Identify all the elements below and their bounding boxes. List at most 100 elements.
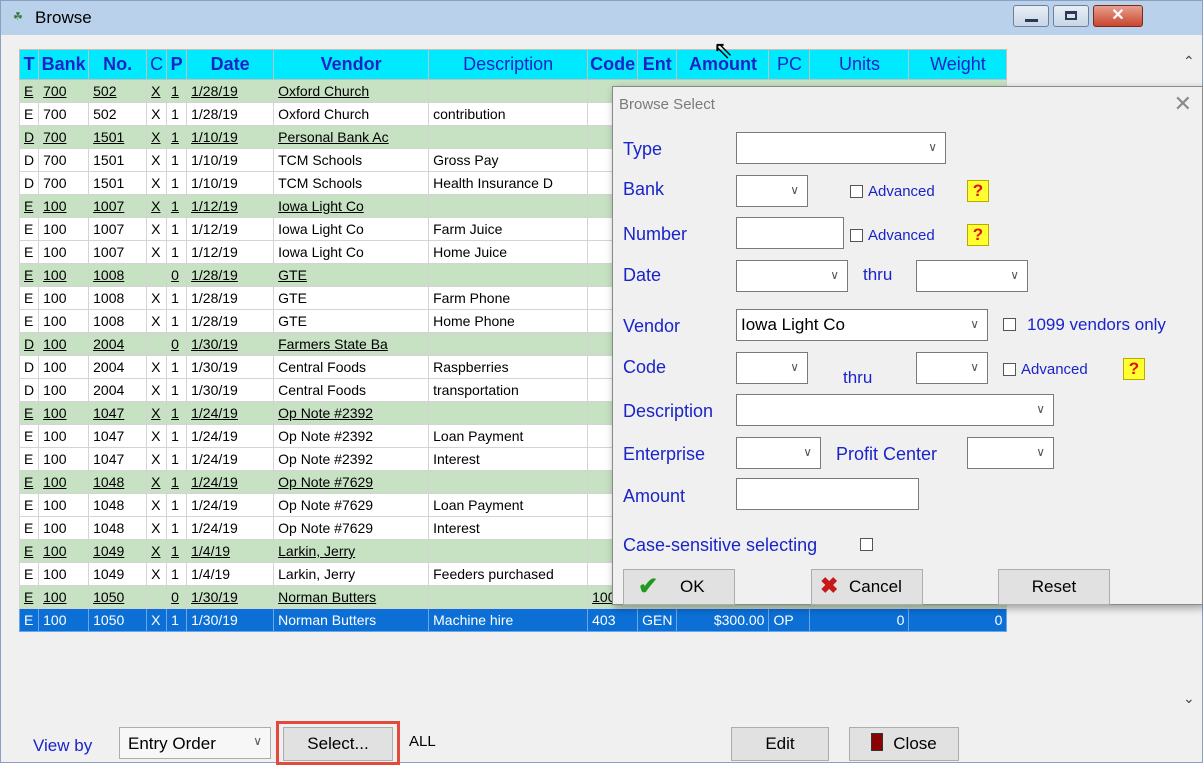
profit-center-select[interactable]: ∨ — [967, 437, 1054, 469]
maximize-button[interactable] — [1053, 5, 1089, 27]
cell-units: 0 — [809, 608, 910, 632]
cell-description: Raspberries — [428, 355, 589, 379]
cell-date: 1/24/19 — [186, 447, 275, 471]
view-by-select[interactable]: Entry Order ∨ — [119, 727, 271, 759]
reset-button[interactable]: Reset — [998, 569, 1110, 605]
description-select[interactable]: ∨ — [736, 394, 1054, 426]
cell-description: Feeders purchased — [428, 562, 589, 586]
ok-button[interactable]: ✔ OK — [623, 569, 735, 605]
cell-cleared: X — [146, 102, 168, 126]
date-to-select[interactable]: ∨ — [916, 260, 1028, 292]
col-header-no[interactable]: No. — [88, 49, 148, 80]
col-header-description[interactable]: Description — [428, 49, 589, 80]
col-header-c[interactable]: C — [146, 49, 168, 80]
close-window-button[interactable]: ✕ — [1093, 5, 1143, 27]
col-header-p[interactable]: P — [166, 49, 188, 80]
vendor-value: Iowa Light Co — [741, 315, 845, 334]
view-by-value: Entry Order — [128, 734, 216, 753]
col-header-pc[interactable]: PC — [768, 49, 811, 80]
cell-cleared: X — [146, 493, 168, 517]
cell-cleared: X — [146, 378, 168, 402]
chevron-down-icon: ∨ — [790, 360, 799, 374]
enterprise-select[interactable]: ∨ — [736, 437, 821, 469]
col-header-t[interactable]: T — [18, 49, 40, 80]
cell-description: Farm Juice — [428, 217, 589, 241]
cell-posted: 1 — [166, 286, 188, 310]
chevron-down-icon: ∨ — [970, 360, 979, 374]
cell-date: 1/12/19 — [186, 240, 275, 264]
type-select[interactable]: ∨ — [736, 132, 946, 164]
cell-number: 1050 — [88, 608, 148, 632]
cell-number: 1049 — [88, 562, 148, 586]
cell-vendor: GTE — [273, 309, 430, 333]
cell-type: E — [18, 447, 40, 471]
col-header-bank[interactable]: Bank — [38, 49, 90, 80]
chevron-down-icon: ∨ — [830, 268, 839, 282]
col-header-code[interactable]: Code — [587, 49, 639, 80]
cell-cleared: X — [146, 148, 168, 172]
cell-bank: 700 — [38, 125, 90, 149]
number-advanced-checkbox[interactable] — [850, 229, 863, 242]
col-header-date[interactable]: Date — [186, 49, 275, 80]
cell-bank: 100 — [38, 470, 90, 494]
dialog-close-icon[interactable]: ✕ — [1174, 91, 1192, 117]
amount-input[interactable] — [736, 478, 919, 510]
cell-posted: 1 — [166, 447, 188, 471]
cell-bank: 100 — [38, 401, 90, 425]
col-header-ent[interactable]: Ent — [637, 49, 678, 80]
cell-bank: 100 — [38, 309, 90, 333]
cell-date: 1/30/19 — [186, 378, 275, 402]
cell-description — [428, 332, 589, 356]
edit-button[interactable]: Edit — [731, 727, 829, 761]
number-help-icon[interactable]: ? — [967, 224, 989, 246]
close-button[interactable]: Close — [849, 727, 959, 761]
cell-posted: 1 — [166, 171, 188, 195]
cell-vendor: Larkin, Jerry — [273, 562, 430, 586]
chevron-down-icon: ∨ — [1036, 402, 1045, 416]
cell-bank: 100 — [38, 516, 90, 540]
col-header-weight[interactable]: Weight — [908, 49, 1008, 80]
code-advanced-checkbox[interactable] — [1003, 363, 1016, 376]
cancel-button[interactable]: ✖ Cancel — [811, 569, 923, 605]
bank-help-icon[interactable]: ? — [967, 180, 989, 202]
ok-label: OK — [680, 577, 705, 596]
cell-description: Gross Pay — [428, 148, 589, 172]
cell-cleared: X — [146, 79, 168, 103]
table-row[interactable]: E 100 1050 X 1 1/30/19 Norman Butters Machine h… — [18, 608, 1008, 632]
cell-date: 1/28/19 — [186, 309, 275, 333]
cell-description: Loan Payment — [428, 424, 589, 448]
vendor-select[interactable]: Iowa Light Co ∨ — [736, 309, 988, 341]
case-sensitive-checkbox[interactable] — [860, 538, 873, 551]
bank-select[interactable]: ∨ — [736, 175, 808, 207]
code-to-select[interactable]: ∨ — [916, 352, 988, 384]
cell-vendor: Central Foods — [273, 378, 430, 402]
cell-bank: 100 — [38, 447, 90, 471]
cell-description: Farm Phone — [428, 286, 589, 310]
cell-vendor: Central Foods — [273, 355, 430, 379]
code-help-icon[interactable]: ? — [1123, 358, 1145, 380]
date-from-select[interactable]: ∨ — [736, 260, 848, 292]
cell-number: 1501 — [88, 171, 148, 195]
bank-advanced-checkbox[interactable] — [850, 185, 863, 198]
minimize-button[interactable] — [1013, 5, 1049, 27]
code-from-select[interactable]: ∨ — [736, 352, 808, 384]
filter-status-label: ALL — [409, 733, 436, 750]
select-highlight-box — [276, 721, 400, 765]
cell-number: 1008 — [88, 286, 148, 310]
cell-date: 1/24/19 — [186, 401, 275, 425]
cell-vendor: Op Note #2392 — [273, 401, 430, 425]
scroll-down-icon[interactable]: ⌄ — [1183, 690, 1195, 707]
col-header-units[interactable]: Units — [809, 49, 910, 80]
date-label: Date — [623, 265, 662, 285]
amount-label: Amount — [623, 486, 686, 506]
vendors-1099-checkbox[interactable] — [1003, 318, 1016, 331]
cell-number: 502 — [88, 79, 148, 103]
cell-cleared: X — [146, 309, 168, 333]
number-input[interactable] — [736, 217, 844, 249]
vendors-1099-label: 1099 vendors only — [1027, 315, 1166, 334]
scroll-up-icon[interactable]: ⌃ — [1183, 53, 1195, 70]
cell-bank: 100 — [38, 562, 90, 586]
cell-description: transportation — [428, 378, 589, 402]
col-header-vendor[interactable]: Vendor — [273, 49, 430, 80]
cell-vendor: Op Note #7629 — [273, 516, 430, 540]
